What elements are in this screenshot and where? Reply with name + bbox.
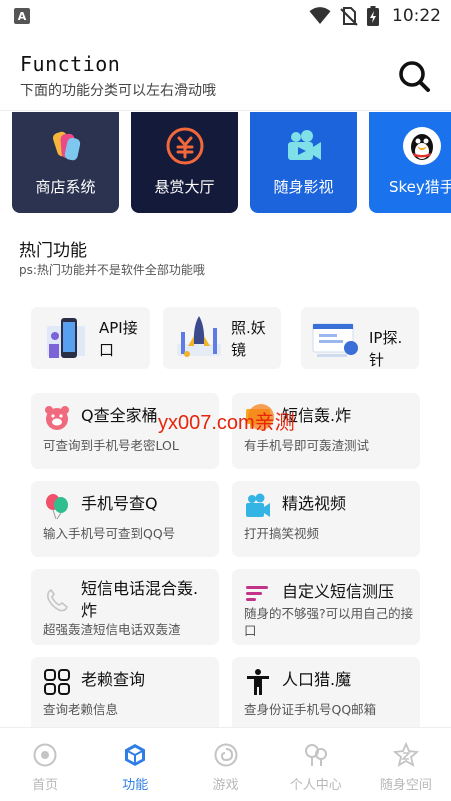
feature-title: 短信电话混合轰.炸 bbox=[81, 579, 199, 620]
store-icon bbox=[52, 131, 80, 161]
feature-sms-call-mix[interactable]: 短信电话混合轰.炸 超强轰渣短信电话双轰渣 bbox=[31, 569, 219, 645]
category-bounty[interactable]: 悬赏大厅 bbox=[131, 112, 238, 213]
feature-desc: 打开搞笑视频 bbox=[244, 526, 320, 541]
ip-illustration-icon bbox=[312, 323, 358, 357]
z-star-icon bbox=[392, 742, 419, 767]
category-label: Skey猎手 bbox=[389, 178, 451, 196]
page-subtitle: 下面的功能分类可以左右滑动哦 bbox=[20, 83, 216, 99]
tool-label: IP探.针 bbox=[369, 329, 403, 369]
feature-desc: 查身份证手机号QQ邮箱 bbox=[244, 702, 377, 717]
person-bubbles-icon bbox=[304, 744, 327, 766]
category-video[interactable]: 随身影视 bbox=[250, 112, 357, 213]
search-icon[interactable] bbox=[396, 58, 432, 94]
nav-item-games[interactable]: 游戏 bbox=[180, 728, 270, 801]
feature-custom-sms[interactable]: 自定义短信测压 随身的不够强?可以用自己的接口 bbox=[232, 569, 420, 645]
tool-mirror[interactable]: 照.妖镜 bbox=[163, 307, 281, 369]
feature-desc: 可查询到手机号老密LOL bbox=[43, 438, 179, 453]
header-divider bbox=[0, 110, 451, 111]
feature-desc: 超强轰渣短信电话双轰渣 bbox=[43, 622, 181, 637]
feature-title: 短信轰.炸 bbox=[282, 406, 352, 425]
nav-label: 游戏 bbox=[212, 778, 239, 793]
balloons-icon bbox=[46, 494, 68, 520]
nav-item-function[interactable]: 功能 bbox=[90, 728, 180, 801]
nav-label: 个人中心 bbox=[289, 778, 342, 793]
header: Function 下面的功能分类可以左右滑动哦 bbox=[0, 44, 451, 110]
grid-apps-icon bbox=[44, 669, 70, 695]
feature-desc: 随身的不够强?可以用自己的接口 bbox=[244, 606, 414, 638]
bottom-nav: 首页 功能 游戏 个人中心 随身空间 bbox=[0, 727, 451, 801]
lines-icon bbox=[246, 586, 268, 601]
tool-label: 照.妖镜 bbox=[231, 319, 266, 359]
person-standing-icon bbox=[247, 669, 269, 695]
pig-face-icon bbox=[45, 406, 69, 430]
category-label: 随身影视 bbox=[273, 178, 334, 196]
feature-title: 自定义短信测压 bbox=[282, 582, 395, 601]
feature-desc: 查询老赖信息 bbox=[43, 702, 119, 717]
feature-qq-family[interactable]: Q查全家桶 可查询到手机号老密LOL bbox=[31, 393, 219, 469]
battery-charging-icon bbox=[367, 6, 379, 26]
feature-debtor-query[interactable]: 老赖查询 查询老赖信息 bbox=[31, 657, 219, 733]
home-circle-icon bbox=[33, 743, 57, 767]
status-bar: A 10:22 bbox=[0, 0, 451, 32]
feature-videos[interactable]: 精选视频 打开搞笑视频 bbox=[232, 481, 420, 557]
phone-handset-icon bbox=[47, 588, 68, 612]
category-skey[interactable]: Skey猎手 bbox=[369, 112, 451, 213]
feature-title: 老赖查询 bbox=[81, 670, 146, 689]
no-sim-icon bbox=[340, 7, 358, 26]
video-camera-icon bbox=[246, 493, 270, 517]
nav-item-home[interactable]: 首页 bbox=[0, 728, 90, 801]
status-time: 10:22 bbox=[392, 6, 441, 26]
feature-phone-to-qq[interactable]: 手机号查Q 输入手机号可查到QQ号 bbox=[31, 481, 219, 557]
category-label: 悬赏大厅 bbox=[154, 178, 215, 196]
tool-ip[interactable]: IP探.针 bbox=[301, 307, 419, 369]
cube-icon bbox=[125, 744, 146, 766]
feature-population-hunter[interactable]: 人口猎.魔 查身份证手机号QQ邮箱 bbox=[232, 657, 420, 733]
rocket-illustration-icon bbox=[177, 316, 221, 357]
nav-item-profile[interactable]: 个人中心 bbox=[271, 728, 361, 801]
tool-label: API接口 bbox=[99, 319, 138, 359]
section-title: 热门功能 bbox=[19, 241, 87, 261]
wifi-icon bbox=[309, 7, 331, 24]
watermark-blob bbox=[248, 404, 274, 430]
feature-title: 人口猎.魔 bbox=[282, 670, 352, 689]
app-badge-icon: A bbox=[14, 8, 30, 24]
yuan-coin-icon bbox=[166, 127, 203, 165]
feature-desc: 有手机号即可轰渣测试 bbox=[244, 438, 370, 453]
page-title: Function bbox=[20, 52, 121, 76]
nav-label: 功能 bbox=[122, 778, 149, 793]
section-note: ps:热门功能并不是软件全部功能哦 bbox=[19, 263, 205, 277]
video-camera-icon bbox=[287, 130, 321, 160]
feature-title: 手机号查Q bbox=[81, 494, 158, 513]
nav-label: 首页 bbox=[32, 778, 59, 793]
category-label: 商店系统 bbox=[35, 178, 96, 196]
category-store[interactable]: 商店系统 bbox=[12, 112, 119, 213]
spiral-icon bbox=[214, 743, 237, 767]
api-illustration-icon bbox=[47, 318, 85, 358]
nav-item-space[interactable]: 随身空间 bbox=[361, 728, 451, 801]
feature-title: 精选视频 bbox=[282, 494, 347, 513]
penguin-icon bbox=[403, 127, 441, 165]
feature-desc: 输入手机号可查到QQ号 bbox=[43, 526, 176, 541]
category-carousel[interactable]: 商店系统 悬赏大厅 随身影视 Skey猎手 bbox=[0, 112, 451, 216]
nav-label: 随身空间 bbox=[379, 778, 432, 793]
tool-api[interactable]: API接口 bbox=[31, 307, 150, 369]
feature-title: Q查全家桶 bbox=[81, 406, 158, 425]
